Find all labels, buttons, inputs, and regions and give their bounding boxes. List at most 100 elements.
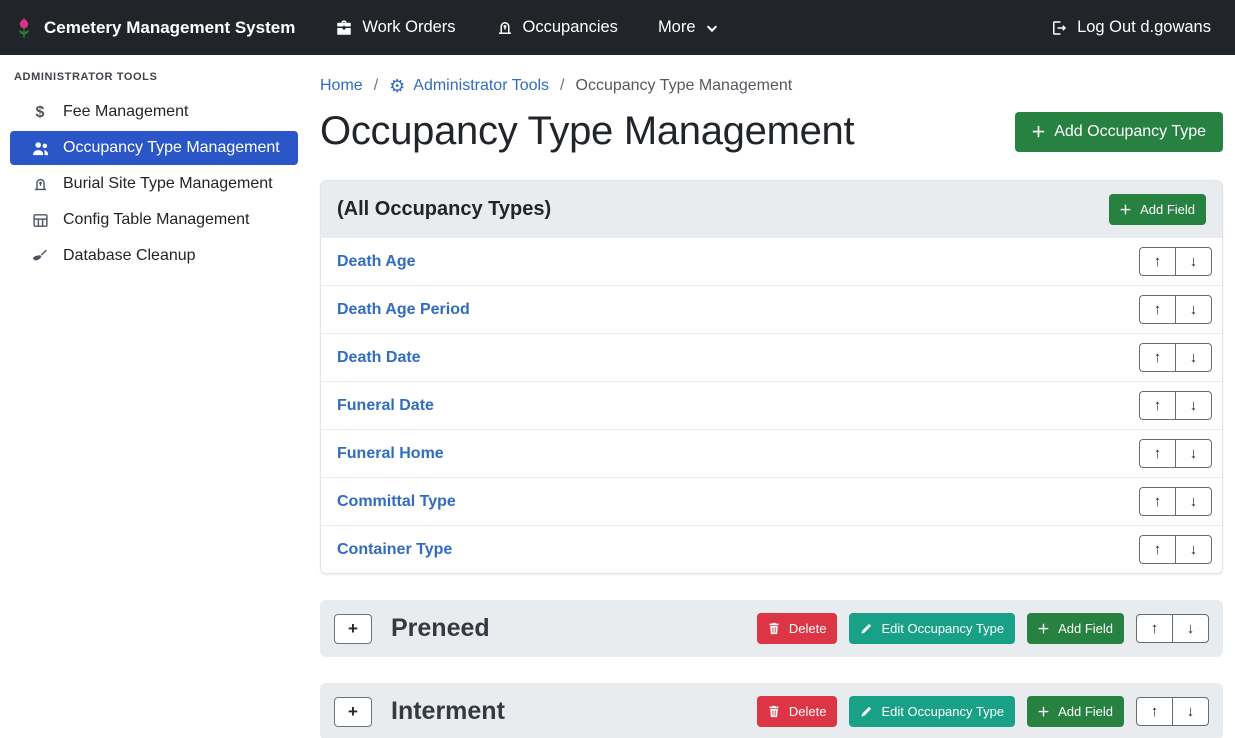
sidebar-item-label: Database Cleanup xyxy=(63,247,196,265)
sidebar: Administrator Tools $ Fee Management Occ… xyxy=(0,55,308,738)
reorder-buttons: ↑↓ xyxy=(1139,343,1212,372)
expand-button[interactable]: + xyxy=(334,614,372,644)
sidebar-item-database-cleanup[interactable]: Database Cleanup xyxy=(10,239,298,273)
move-down-button[interactable]: ↓ xyxy=(1172,697,1209,726)
logout-button[interactable]: Log Out d.gowans xyxy=(1050,18,1211,37)
sidebar-item-fee-management[interactable]: $ Fee Management xyxy=(10,95,298,129)
move-up-button[interactable]: ↑ xyxy=(1136,614,1173,643)
nav-item-label: Occupancies xyxy=(523,18,618,37)
all-occupancy-types-header: (All Occupancy Types) Add Field xyxy=(321,181,1222,238)
field-link[interactable]: Death Age Period xyxy=(337,301,470,319)
add-field-label: Add Field xyxy=(1140,202,1195,217)
breadcrumb-separator: / xyxy=(363,77,389,95)
field-link[interactable]: Funeral Home xyxy=(337,445,444,463)
field-row: Death Date ↑↓ xyxy=(321,334,1222,382)
move-up-button[interactable]: ↑ xyxy=(1139,535,1176,564)
move-up-button[interactable]: ↑ xyxy=(1139,247,1176,276)
breadcrumb-admin-tools-link[interactable]: ⚙ Administrator Tools xyxy=(389,77,549,95)
move-down-button[interactable]: ↓ xyxy=(1175,487,1212,516)
nav-item-occupancies[interactable]: Occupancies xyxy=(496,18,618,37)
occupancy-type-sections: + Preneed Delete Edit Occupancy Type Add Fie… xyxy=(320,600,1223,738)
nav-item-work-orders[interactable]: Work Orders xyxy=(335,18,455,37)
add-field-button[interactable]: Add Field xyxy=(1027,696,1124,727)
plus-icon xyxy=(1032,125,1045,138)
add-field-button[interactable]: Add Field xyxy=(1027,613,1124,644)
page-title: Occupancy Type Management xyxy=(320,109,854,154)
expand-button[interactable]: + xyxy=(334,697,372,727)
add-field-label: Add Field xyxy=(1058,704,1113,719)
broom-icon xyxy=(30,248,50,265)
move-down-button[interactable]: ↓ xyxy=(1175,439,1212,468)
field-row: Committal Type ↑↓ xyxy=(321,478,1222,526)
move-up-button[interactable]: ↑ xyxy=(1136,697,1173,726)
section-title: Preneed xyxy=(391,614,490,643)
edit-occupancy-type-button[interactable]: Edit Occupancy Type xyxy=(849,696,1015,727)
section-actions: Delete Edit Occupancy Type Add Field ↑↓ xyxy=(757,696,1209,727)
move-down-button[interactable]: ↓ xyxy=(1175,535,1212,564)
field-link[interactable]: Committal Type xyxy=(337,493,456,511)
breadcrumb-label: Home xyxy=(320,77,363,95)
reorder-buttons: ↑↓ xyxy=(1136,614,1209,643)
logout-icon xyxy=(1050,19,1068,37)
sidebar-item-label: Fee Management xyxy=(63,103,188,121)
all-occupancy-types-card: (All Occupancy Types) Add Field Death Ag… xyxy=(320,180,1223,574)
sidebar-item-occupancy-type-management[interactable]: Occupancy Type Management xyxy=(10,131,298,165)
main-content: Home / ⚙ Administrator Tools / Occupancy… xyxy=(308,55,1235,738)
add-occupancy-type-button[interactable]: Add Occupancy Type xyxy=(1015,112,1223,152)
sidebar-header: Administrator Tools xyxy=(0,65,308,93)
edit-label: Edit Occupancy Type xyxy=(881,704,1004,719)
move-down-button[interactable]: ↓ xyxy=(1172,614,1209,643)
move-up-button[interactable]: ↑ xyxy=(1139,391,1176,420)
move-up-button[interactable]: ↑ xyxy=(1139,343,1176,372)
breadcrumb-separator: / xyxy=(549,77,575,95)
field-list: Death Age↑↓Death Age Period↑↓Death Date↑… xyxy=(321,238,1222,573)
add-occupancy-type-label: Add Occupancy Type xyxy=(1054,123,1206,141)
move-up-button[interactable]: ↑ xyxy=(1139,487,1176,516)
headstone-icon xyxy=(496,19,514,37)
pencil-icon xyxy=(860,623,872,635)
field-link[interactable]: Death Age xyxy=(337,253,416,271)
reorder-buttons: ↑↓ xyxy=(1139,487,1212,516)
move-up-button[interactable]: ↑ xyxy=(1139,439,1176,468)
reorder-buttons: ↑↓ xyxy=(1139,247,1212,276)
delete-button[interactable]: Delete xyxy=(757,696,838,727)
move-down-button[interactable]: ↓ xyxy=(1175,343,1212,372)
delete-label: Delete xyxy=(789,704,827,719)
chevron-down-icon xyxy=(705,21,719,35)
reorder-buttons: ↑↓ xyxy=(1139,295,1212,324)
move-up-button[interactable]: ↑ xyxy=(1139,295,1176,324)
occupancy-type-section: + Preneed Delete Edit Occupancy Type Add Fie… xyxy=(320,600,1223,657)
reorder-buttons: ↑↓ xyxy=(1139,535,1212,564)
move-down-button[interactable]: ↓ xyxy=(1175,295,1212,324)
table-icon xyxy=(30,212,50,229)
work-orders-icon xyxy=(335,19,353,37)
delete-label: Delete xyxy=(789,621,827,636)
app-body: Administrator Tools $ Fee Management Occ… xyxy=(0,55,1235,738)
move-down-button[interactable]: ↓ xyxy=(1175,247,1212,276)
sidebar-item-config-table-management[interactable]: Config Table Management xyxy=(10,203,298,237)
pencil-icon xyxy=(860,706,872,718)
section-actions: Delete Edit Occupancy Type Add Field ↑↓ xyxy=(757,613,1209,644)
reorder-buttons: ↑↓ xyxy=(1136,697,1209,726)
field-row: Funeral Home ↑↓ xyxy=(321,430,1222,478)
svg-text:$: $ xyxy=(36,104,45,121)
sidebar-item-burial-site-type-management[interactable]: Burial Site Type Management xyxy=(10,167,298,201)
field-link[interactable]: Funeral Date xyxy=(337,397,434,415)
field-row: Death Age Period ↑↓ xyxy=(321,286,1222,334)
field-link[interactable]: Death Date xyxy=(337,349,421,367)
flower-icon xyxy=(14,17,34,39)
nav-item-label: Work Orders xyxy=(362,18,455,37)
nav-item-more[interactable]: More xyxy=(658,18,719,37)
field-link[interactable]: Container Type xyxy=(337,541,452,559)
edit-occupancy-type-button[interactable]: Edit Occupancy Type xyxy=(849,613,1015,644)
card-title: (All Occupancy Types) xyxy=(337,198,551,221)
delete-button[interactable]: Delete xyxy=(757,613,838,644)
reorder-buttons: ↑↓ xyxy=(1139,391,1212,420)
field-row: Death Age ↑↓ xyxy=(321,238,1222,286)
app-brand[interactable]: Cemetery Management System xyxy=(14,17,295,39)
breadcrumb: Home / ⚙ Administrator Tools / Occupancy… xyxy=(320,77,1223,95)
add-field-button[interactable]: Add Field xyxy=(1109,194,1206,225)
breadcrumb-home-link[interactable]: Home xyxy=(320,77,363,95)
move-down-button[interactable]: ↓ xyxy=(1175,391,1212,420)
top-navbar: Cemetery Management System Work Orders O… xyxy=(0,0,1235,55)
